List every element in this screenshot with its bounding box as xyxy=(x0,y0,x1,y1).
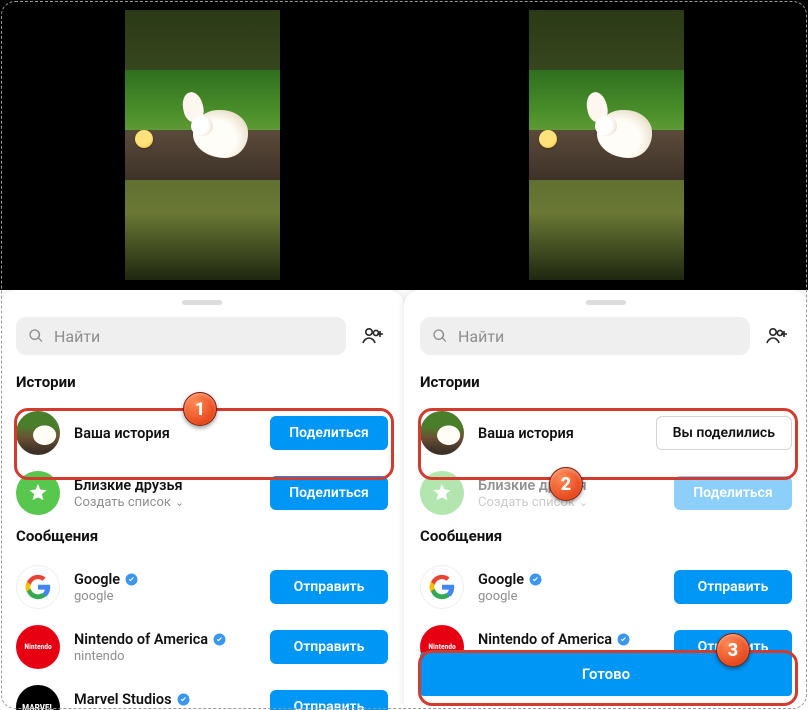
drag-handle[interactable] xyxy=(182,300,222,305)
verified-icon xyxy=(617,633,630,646)
left-screen: Найти Истории Ваша история Поделиться Бл… xyxy=(0,0,404,710)
close-friends-subtitle[interactable]: Создать список⌄ xyxy=(74,495,256,510)
search-placeholder: Найти xyxy=(54,327,100,346)
contact-row: Nintendo Nintendo of America nintendo От… xyxy=(0,617,404,677)
share-sheet: Найти Истории Ваша история Вы поделились… xyxy=(404,290,808,710)
verified-icon xyxy=(177,693,190,706)
messages-heading: Сообщения xyxy=(0,523,404,557)
send-button[interactable]: Отправить xyxy=(270,570,388,604)
send-button[interactable]: Отправить xyxy=(270,630,388,664)
contact-name: Nintendo of America xyxy=(74,631,256,648)
send-button[interactable]: Отправить xyxy=(674,570,792,604)
avatar xyxy=(420,565,464,609)
contact-row: Google google Отправить xyxy=(0,557,404,617)
messages-heading: Сообщения xyxy=(404,523,808,557)
your-story-avatar xyxy=(16,411,60,455)
right-screen: Найти Истории Ваша история Вы поделились… xyxy=(404,0,808,710)
contact-row: MARVEL Marvel Studios marvelstudios Отпр… xyxy=(0,677,404,710)
your-story-row: Ваша история Вы поделились xyxy=(404,403,808,463)
story-preview-area xyxy=(0,0,404,290)
google-logo-icon xyxy=(25,574,51,600)
avatar: Nintendo xyxy=(16,625,60,669)
verified-icon xyxy=(529,573,542,586)
drag-handle[interactable] xyxy=(586,300,626,305)
group-add-icon xyxy=(765,324,789,348)
done-button[interactable]: Готово xyxy=(420,652,792,696)
contact-username: nintendo xyxy=(74,649,256,664)
create-group-button[interactable] xyxy=(358,324,388,348)
close-friends-subtitle[interactable]: Создать список⌄ xyxy=(478,495,660,510)
share-button[interactable]: Поделиться xyxy=(270,476,388,510)
share-button[interactable]: Поделиться xyxy=(270,416,388,450)
close-friends-avatar xyxy=(420,471,464,515)
verified-icon xyxy=(125,573,138,586)
stories-heading: Истории xyxy=(404,369,808,403)
marvel-logo-icon: MARVEL xyxy=(22,702,54,710)
your-story-row: Ваша история Поделиться xyxy=(0,403,404,463)
your-story-avatar xyxy=(420,411,464,455)
chevron-down-icon: ⌄ xyxy=(579,496,588,509)
nintendo-logo-icon: Nintendo xyxy=(428,643,455,651)
contact-name: Nintendo of America xyxy=(478,631,660,648)
contact-row: Google google Отправить xyxy=(404,557,808,617)
contact-username: google xyxy=(74,589,256,604)
sticker-icon xyxy=(539,130,557,148)
avatar xyxy=(16,565,60,609)
search-input[interactable]: Найти xyxy=(420,317,750,355)
story-preview-card[interactable] xyxy=(125,10,280,280)
star-icon xyxy=(431,482,453,504)
avatar: MARVEL xyxy=(16,685,60,710)
search-icon xyxy=(432,328,448,344)
send-button[interactable]: Отправить xyxy=(270,690,388,710)
verified-icon xyxy=(213,633,226,646)
your-story-title: Ваша история xyxy=(478,425,642,442)
search-icon xyxy=(28,328,44,344)
close-friends-avatar xyxy=(16,471,60,515)
close-friends-row: Близкие друзья Создать список⌄ Поделитьс… xyxy=(404,463,808,523)
stories-heading: Истории xyxy=(0,369,404,403)
search-input[interactable]: Найти xyxy=(16,317,346,355)
group-add-icon xyxy=(361,324,385,348)
close-friends-row: Близкие друзья Создать список⌄ Поделитьс… xyxy=(0,463,404,523)
sticker-icon xyxy=(135,130,153,148)
shared-button[interactable]: Вы поделились xyxy=(656,416,792,450)
create-group-button[interactable] xyxy=(762,324,792,348)
chevron-down-icon: ⌄ xyxy=(175,496,184,509)
contact-username: google xyxy=(478,589,660,604)
story-preview-card[interactable] xyxy=(529,10,684,280)
share-sheet: Найти Истории Ваша история Поделиться Бл… xyxy=(0,290,404,710)
story-preview-area xyxy=(404,0,808,290)
search-placeholder: Найти xyxy=(458,327,504,346)
nintendo-logo-icon: Nintendo xyxy=(24,643,51,651)
close-friends-title: Близкие друзья xyxy=(478,477,660,494)
google-logo-icon xyxy=(429,574,455,600)
contact-name: Google xyxy=(478,571,660,588)
contact-name: Marvel Studios xyxy=(74,691,256,708)
close-friends-title: Близкие друзья xyxy=(74,477,256,494)
your-story-title: Ваша история xyxy=(74,425,256,442)
contact-name: Google xyxy=(74,571,256,588)
star-icon xyxy=(27,482,49,504)
share-button[interactable]: Поделиться xyxy=(674,476,792,510)
